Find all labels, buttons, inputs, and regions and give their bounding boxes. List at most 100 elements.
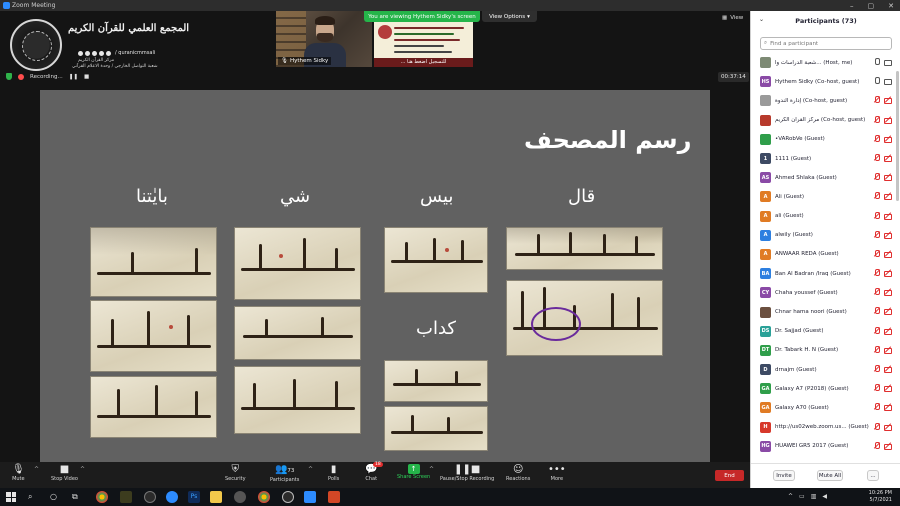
file-explorer-icon[interactable]	[210, 491, 222, 503]
video-camera-off-icon[interactable]	[884, 346, 892, 354]
network-icon[interactable]: ▥	[811, 493, 817, 500]
mute-options-caret[interactable]: ^	[34, 466, 39, 473]
participant-list-scrollbar[interactable]	[896, 71, 899, 201]
more-button[interactable]: ••• More	[548, 464, 566, 482]
participant-row[interactable]: DS Dr. Sajjad (Guest)	[751, 322, 900, 341]
chrome-icon[interactable]	[96, 491, 108, 503]
video-camera-off-icon[interactable]	[884, 154, 892, 162]
share-screen-button[interactable]: ↑ Share Screen	[397, 464, 430, 480]
video-camera-off-icon[interactable]	[884, 269, 892, 278]
chevron-up-icon[interactable]: ^	[788, 493, 793, 500]
end-meeting-button[interactable]: End	[715, 470, 744, 481]
view-button[interactable]: ▦ View	[722, 15, 743, 21]
microphone-muted-icon[interactable]	[873, 365, 880, 373]
video-camera-off-icon[interactable]	[884, 116, 892, 124]
pause-icon[interactable]: ❚❚	[69, 74, 78, 80]
video-camera-off-icon[interactable]	[884, 96, 892, 105]
microphone-muted-icon[interactable]	[873, 173, 880, 181]
video-camera-off-icon[interactable]	[884, 403, 892, 412]
video-camera-off-icon[interactable]	[884, 327, 892, 335]
windows-start-icon[interactable]	[6, 492, 16, 502]
microphone-muted-icon[interactable]	[873, 288, 880, 296]
battery-icon[interactable]: ▭	[799, 493, 805, 500]
participant-row[interactable]: Aalwily (Guest)	[751, 226, 900, 245]
powerpoint-icon[interactable]	[328, 491, 340, 503]
participant-row[interactable]: HS Hythem Sidky (Co-host, guest)	[751, 72, 900, 91]
microphone-muted-icon[interactable]	[873, 96, 880, 104]
video-camera-off-icon[interactable]	[884, 442, 892, 450]
microphone-muted-icon[interactable]	[873, 422, 880, 431]
microphone-muted-icon[interactable]	[873, 153, 880, 162]
microphone-muted-icon[interactable]	[873, 249, 880, 258]
participant-row[interactable]: DT Dr. Tabark H. N (Guest)	[751, 341, 900, 360]
video-camera-off-icon[interactable]	[884, 173, 892, 182]
cortana-icon[interactable]: ○	[50, 491, 62, 503]
video-camera-off-icon[interactable]	[884, 384, 892, 393]
participants-options-caret[interactable]: ^	[308, 466, 313, 473]
reactions-button[interactable]: ☺ Reactions	[506, 464, 530, 482]
video-camera-off-icon[interactable]	[884, 423, 892, 431]
participant-row[interactable]: •VARobVe (Guest)	[751, 130, 900, 149]
participant-search-input[interactable]: ⌕ Find a participant	[760, 37, 892, 50]
participant-row[interactable]: AS Ahmed Shlaka (Guest)	[751, 168, 900, 187]
video-camera-off-icon[interactable]	[884, 135, 892, 143]
microphone-muted-icon[interactable]	[873, 307, 880, 315]
share-options-caret[interactable]: ^	[429, 466, 434, 473]
video-camera-off-icon[interactable]	[884, 365, 892, 373]
participant-row[interactable]: BA Ban Al Badran /Iraq (Guest)	[751, 264, 900, 283]
minimize-icon[interactable]: –	[850, 2, 854, 10]
video-camera-off-icon[interactable]	[884, 250, 892, 258]
participant-row[interactable]: مركز القرآن الكريم (Co-host, guest)	[751, 111, 900, 130]
participant-row[interactable]: GA Galaxy A7 (P2018) (Guest)	[751, 379, 900, 398]
invite-button[interactable]: Invite	[773, 470, 795, 481]
participant-row[interactable]: GA Galaxy A70 (Guest)	[751, 398, 900, 417]
microphone-muted-icon[interactable]	[873, 441, 880, 450]
microphone-muted-icon[interactable]	[873, 134, 880, 143]
video-camera-off-icon[interactable]	[884, 288, 892, 297]
app-icon[interactable]	[120, 491, 132, 503]
polls-button[interactable]: ▮ Polls	[328, 464, 339, 482]
stop-icon[interactable]: ■	[84, 74, 89, 80]
microphone-muted-icon[interactable]	[873, 269, 880, 277]
mute-button[interactable]: 🎙 Mute	[12, 464, 25, 482]
microphone-muted-icon[interactable]	[873, 192, 880, 200]
volume-icon[interactable]: ◀	[822, 493, 827, 500]
speaker-video-tile[interactable]: 🎙 Hythem Sidky	[276, 11, 372, 67]
close-icon[interactable]: ✕	[888, 2, 894, 10]
microphone-muted-icon[interactable]	[873, 345, 880, 354]
video-camera-off-icon[interactable]	[884, 231, 892, 239]
pause-stop-recording-button[interactable]: ❚❚■ Pause/Stop Recording	[440, 464, 494, 482]
microphone-icon[interactable]	[873, 58, 880, 66]
task-view-icon[interactable]: ⧉	[72, 491, 84, 503]
video-camera-off-icon[interactable]	[884, 212, 892, 220]
participant-row[interactable]: Ddrnajm (Guest)	[751, 360, 900, 379]
app-icon[interactable]	[282, 491, 294, 503]
participant-row[interactable]: A ANWAAR REDA (Guest)	[751, 245, 900, 264]
participant-row[interactable]: HG HUAWEI GR5 2017 (Guest)	[751, 437, 900, 456]
video-camera-off-icon[interactable]	[884, 307, 892, 316]
video-camera-icon[interactable]	[884, 58, 892, 66]
microphone-muted-icon[interactable]	[873, 230, 880, 239]
video-options-caret[interactable]: ^	[80, 466, 85, 473]
microphone-muted-icon[interactable]	[873, 326, 880, 335]
microphone-muted-icon[interactable]	[873, 384, 880, 392]
clock[interactable]: 10:26 PM 5/7/2021	[869, 490, 892, 503]
participant-row[interactable]: Chnar hama noori (Guest)	[751, 302, 900, 321]
microphone-muted-icon[interactable]	[873, 115, 880, 124]
participant-row[interactable]: A Ali (Guest)	[751, 187, 900, 206]
security-button[interactable]: ⛨ Security	[225, 464, 246, 482]
stop-video-button[interactable]: ■ Stop Video	[51, 464, 78, 482]
participant-row[interactable]: شعبة الدراسات وا... (Host, me)	[751, 53, 900, 72]
more-options-button[interactable]: ...	[867, 470, 879, 481]
telegram-icon[interactable]	[166, 491, 178, 503]
participants-button[interactable]: 👥73 Participants	[270, 464, 299, 483]
video-camera-icon[interactable]	[884, 77, 892, 86]
microphone-muted-icon[interactable]	[873, 403, 880, 411]
photoshop-icon[interactable]: Ps	[188, 491, 200, 503]
participant-row[interactable]: CY Chaha youssef (Guest)	[751, 283, 900, 302]
mute-all-button[interactable]: Mute All	[817, 470, 843, 481]
app-icon[interactable]	[144, 491, 156, 503]
chrome-icon[interactable]	[258, 491, 270, 503]
collapse-chevron-icon[interactable]: ⌄	[759, 16, 764, 23]
video-camera-off-icon[interactable]	[884, 192, 892, 201]
